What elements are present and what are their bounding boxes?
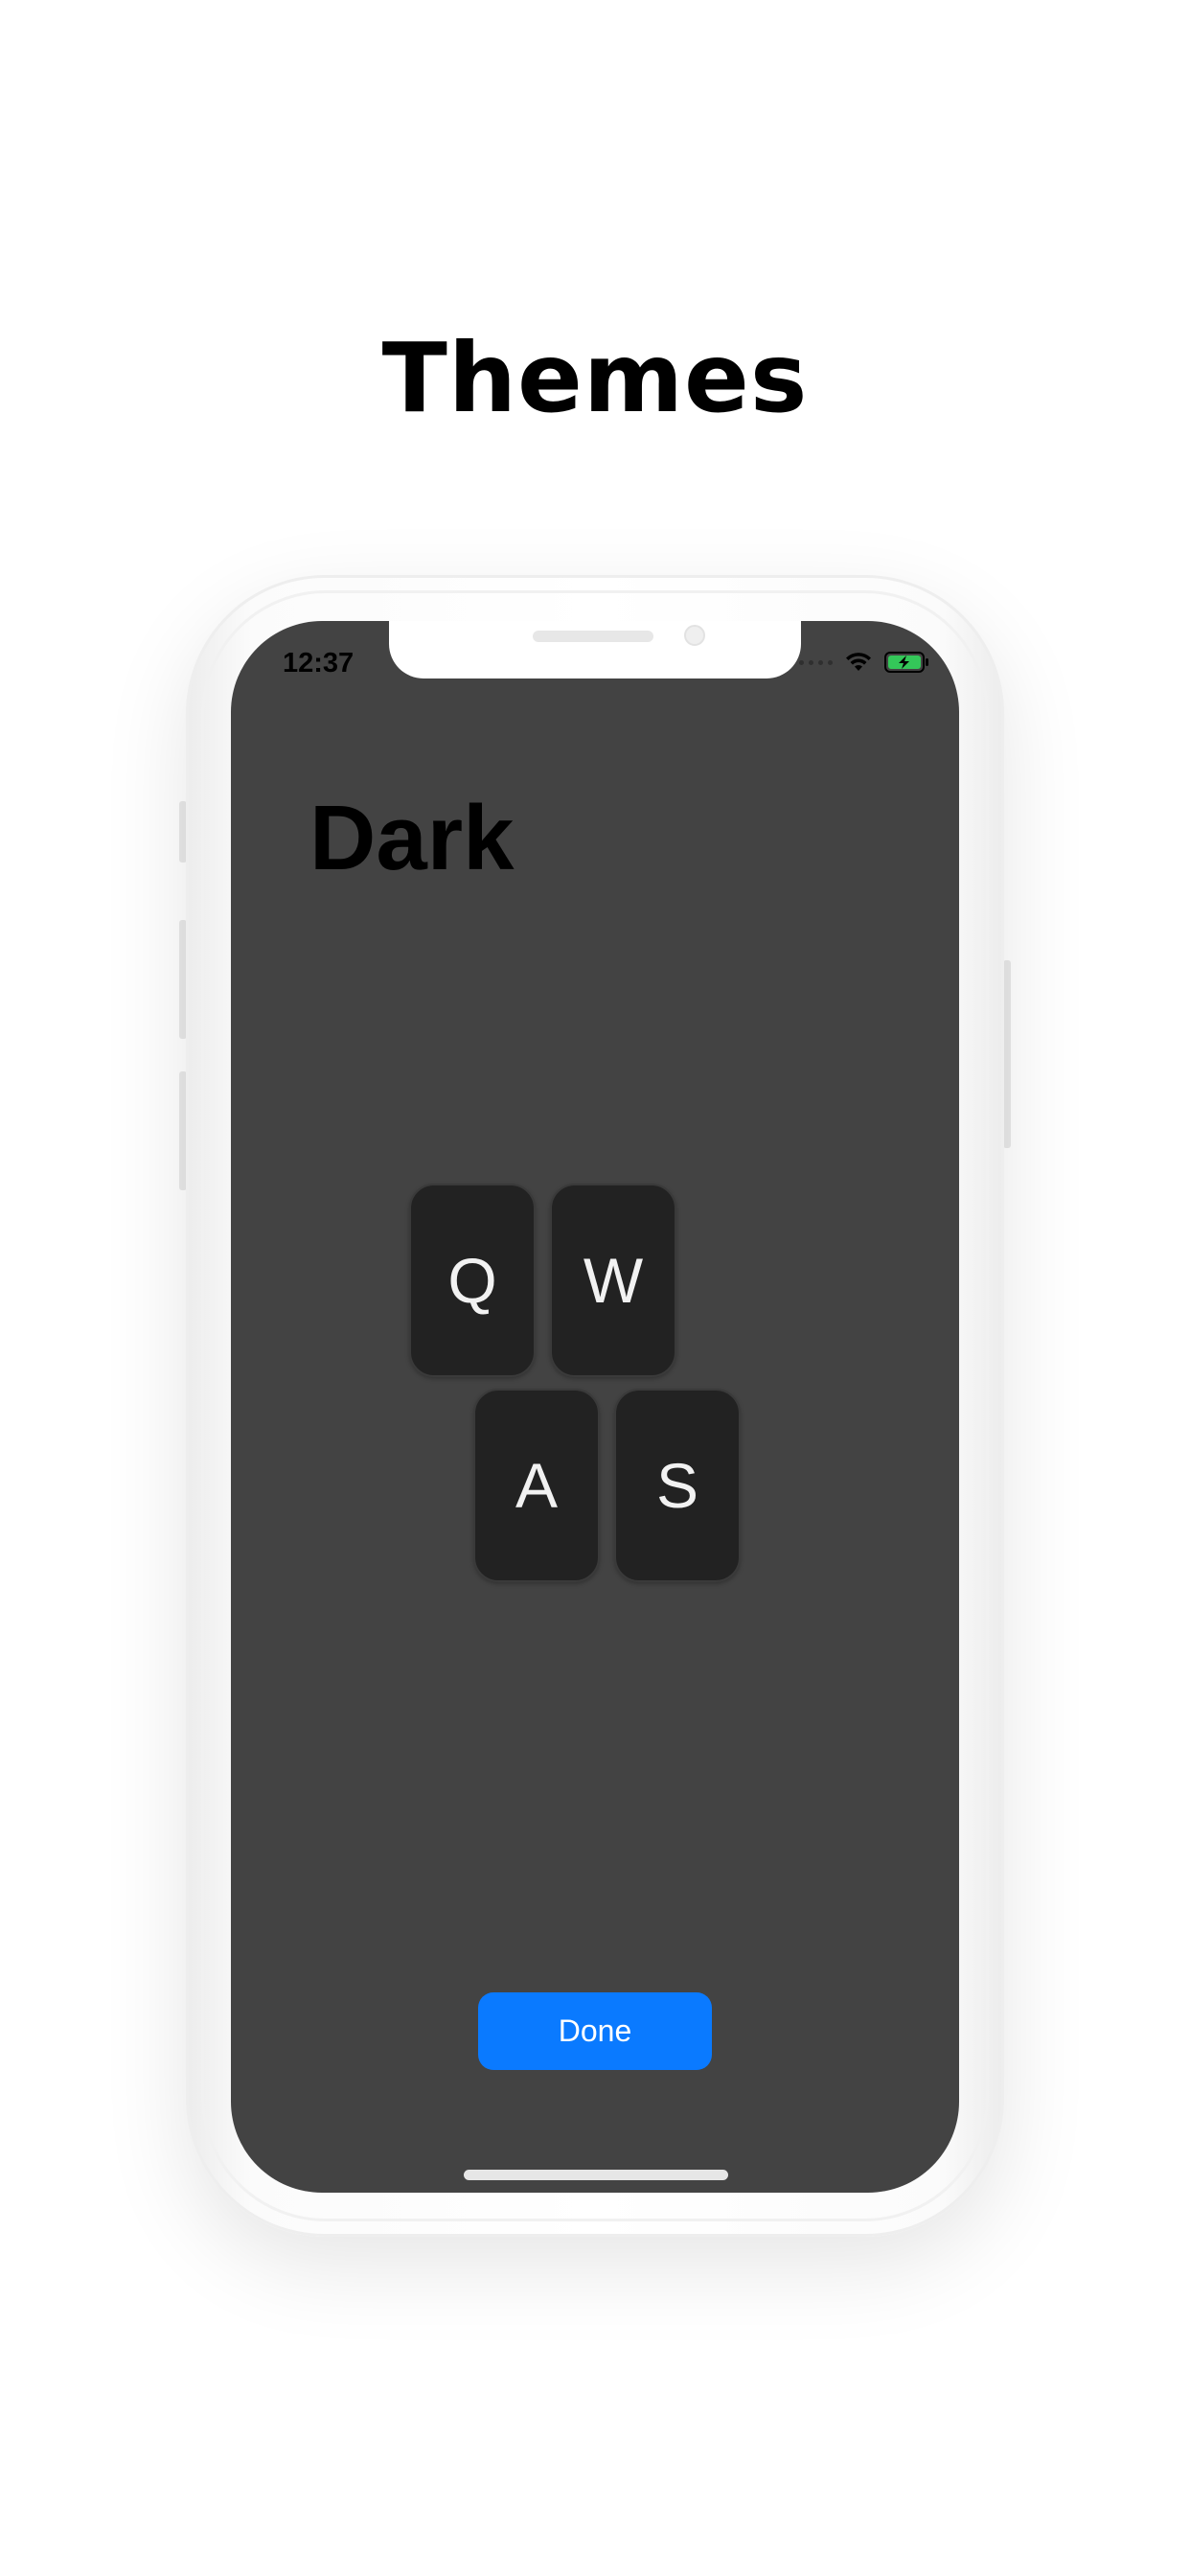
page-heading: Themes [381, 322, 809, 434]
key-a: A [473, 1389, 600, 1582]
wifi-icon [846, 653, 871, 671]
key-q: Q [409, 1184, 536, 1377]
done-button[interactable]: Done [478, 1992, 712, 2070]
status-indicators [799, 650, 930, 675]
front-camera [684, 625, 705, 646]
status-time: 12:37 [283, 648, 355, 678]
battery-charging-icon [884, 652, 928, 673]
key-s: S [614, 1389, 741, 1582]
notch [389, 621, 801, 678]
cellular-signal-icon [799, 659, 833, 665]
phone-screen: 12:37 Dark Q W A S Done [231, 621, 959, 2193]
power-button [1003, 960, 1011, 1148]
speaker-grille [533, 631, 653, 642]
home-indicator[interactable] [464, 2170, 728, 2180]
theme-title: Dark [309, 787, 515, 889]
key-w: W [550, 1184, 676, 1377]
